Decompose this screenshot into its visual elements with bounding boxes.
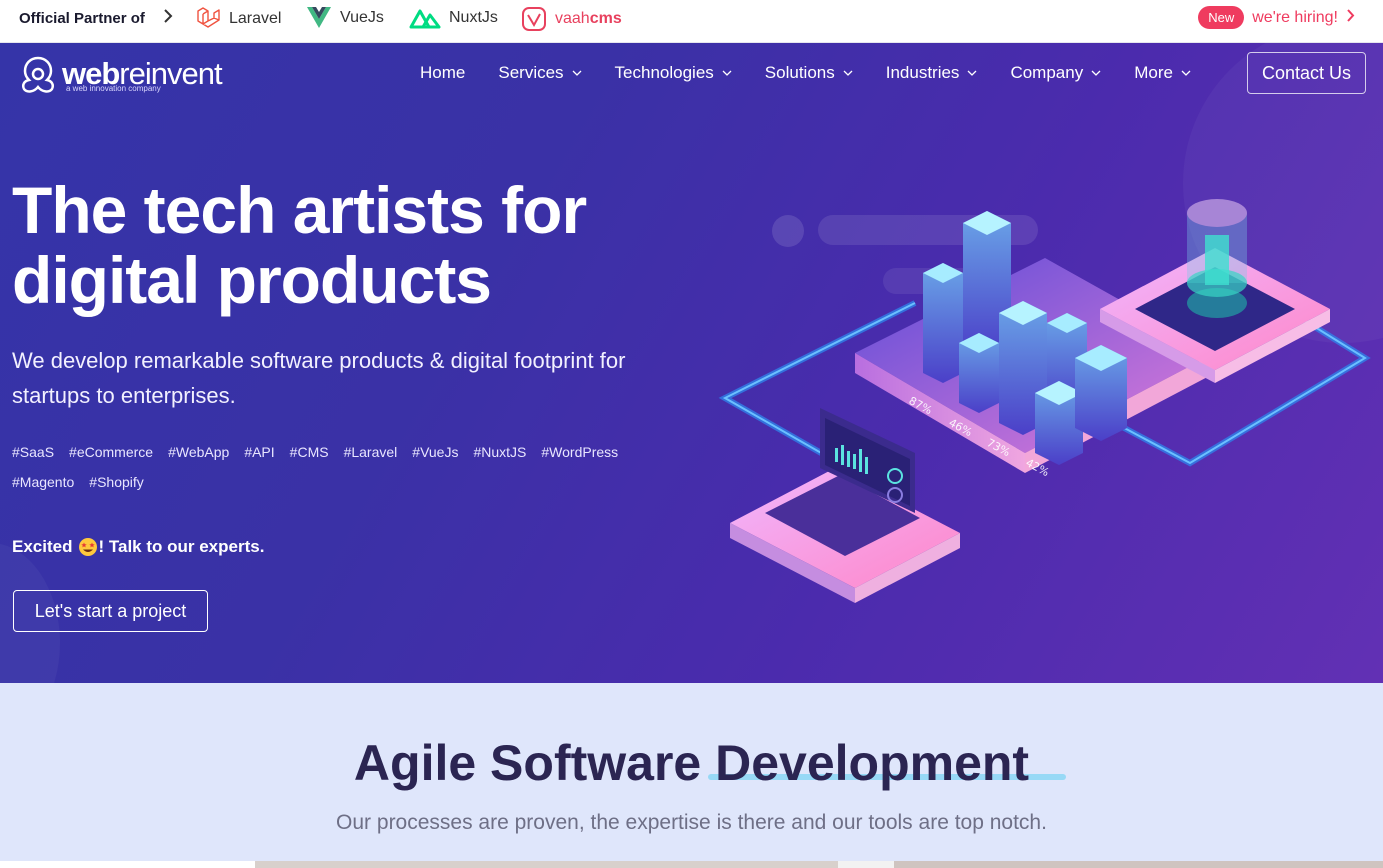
nav-home[interactable]: Home (420, 63, 465, 83)
hero-subtitle: We develop remarkable software products … (12, 348, 626, 408)
partner-laravel-link[interactable]: Laravel (195, 6, 281, 32)
tag-link[interactable]: #WordPress (541, 443, 618, 462)
nav-industries-label: Industries (885, 63, 960, 82)
chevron-right-icon (1346, 8, 1355, 28)
tag-link[interactable]: #SaaS (12, 443, 54, 462)
hero-title-line1: The tech artists for (12, 173, 587, 247)
tag-link[interactable]: #Magento (12, 473, 74, 492)
nuxt-icon (409, 9, 441, 29)
chevron-down-icon (843, 70, 853, 76)
hero-section: webreinvent a web innovation company Hom… (0, 43, 1383, 683)
tag-link[interactable]: #Shopify (89, 473, 143, 492)
tag-link[interactable]: #CMS (290, 443, 329, 462)
nav-services[interactable]: Services (498, 63, 582, 83)
cta-suffix: ! Talk to our experts. (98, 537, 265, 556)
vue-icon (307, 7, 331, 28)
hero-tags: #SaaS #eCommerce #WebApp #API #CMS #Lara… (12, 443, 672, 492)
nav-technologies-label: Technologies (614, 63, 714, 82)
agile-section: Agile Software Development Our processes… (0, 683, 1383, 868)
partner-nuxt-label: NuxtJs (449, 9, 498, 26)
nav-more[interactable]: More (1134, 63, 1191, 83)
partner-bar: Official Partner of Laravel VueJs NuxtJs… (0, 0, 1383, 43)
cta-prefix: Excited (12, 537, 73, 556)
hiring-text: we're hiring! (1252, 8, 1338, 26)
chevron-down-icon (967, 70, 977, 76)
contact-us-button[interactable]: Contact Us (1247, 52, 1366, 94)
cta-text: Excited ! Talk to our experts. (12, 537, 264, 557)
nav-solutions[interactable]: Solutions (765, 63, 853, 83)
agile-subtitle: Our processes are proven, the expertise … (336, 811, 1047, 834)
nav-company[interactable]: Company (1010, 63, 1101, 83)
nav-technologies[interactable]: Technologies (615, 63, 732, 83)
partner-vue-label: VueJs (340, 9, 384, 26)
logo-mark-icon (21, 56, 55, 93)
hero-title-line2: digital products (12, 243, 492, 317)
vaahcms-icon (522, 7, 546, 31)
laravel-icon (197, 7, 220, 28)
new-badge: New (1198, 6, 1245, 29)
chevron-right-icon (163, 8, 173, 29)
nav-services-label: Services (498, 63, 564, 82)
chevron-down-icon (1181, 70, 1191, 76)
partner-vaahcms-label-light: vaah (555, 10, 590, 27)
partner-vaahcms-label-bold: cms (589, 10, 622, 27)
hero-title: The tech artists for digital products (12, 175, 692, 315)
tag-link[interactable]: #VueJs (412, 443, 458, 462)
agile-title: Agile Software Development (353, 735, 1030, 791)
image-strip (0, 861, 1383, 868)
partner-vue-link[interactable]: VueJs (306, 6, 384, 30)
nav-solutions-label: Solutions (764, 63, 835, 82)
chevron-down-icon (572, 70, 582, 76)
star-struck-emoji-icon (79, 538, 98, 556)
main-nav: Home Services Technologies Solutions Ind… (420, 63, 1224, 83)
chevron-down-icon (1091, 70, 1101, 76)
site-logo[interactable]: webreinvent a web innovation company (18, 54, 223, 94)
partner-vaahcms-link[interactable]: vaahcms (521, 6, 622, 32)
tag-link[interactable]: #API (244, 443, 274, 462)
tag-link[interactable]: #eCommerce (69, 443, 153, 462)
logo-tagline: a web innovation company (66, 84, 161, 93)
tag-link[interactable]: #WebApp (168, 443, 229, 462)
hiring-link[interactable]: New we're hiring! (1198, 6, 1355, 29)
partner-nuxt-link[interactable]: NuxtJs (409, 6, 498, 30)
tag-link[interactable]: #NuxtJS (473, 443, 526, 462)
partner-label: Official Partner of (19, 10, 145, 27)
nav-company-label: Company (1010, 63, 1084, 82)
chevron-down-icon (722, 70, 732, 76)
nav-home-label: Home (420, 63, 466, 82)
isometric-data-illustration: 87% 46% 73% 42% (718, 199, 1371, 603)
start-project-button[interactable]: Let's start a project (13, 590, 208, 632)
nav-more-label: More (1134, 63, 1173, 82)
nav-industries[interactable]: Industries (886, 63, 978, 83)
partner-laravel-label: Laravel (229, 10, 282, 27)
tag-link[interactable]: #Laravel (344, 443, 398, 462)
